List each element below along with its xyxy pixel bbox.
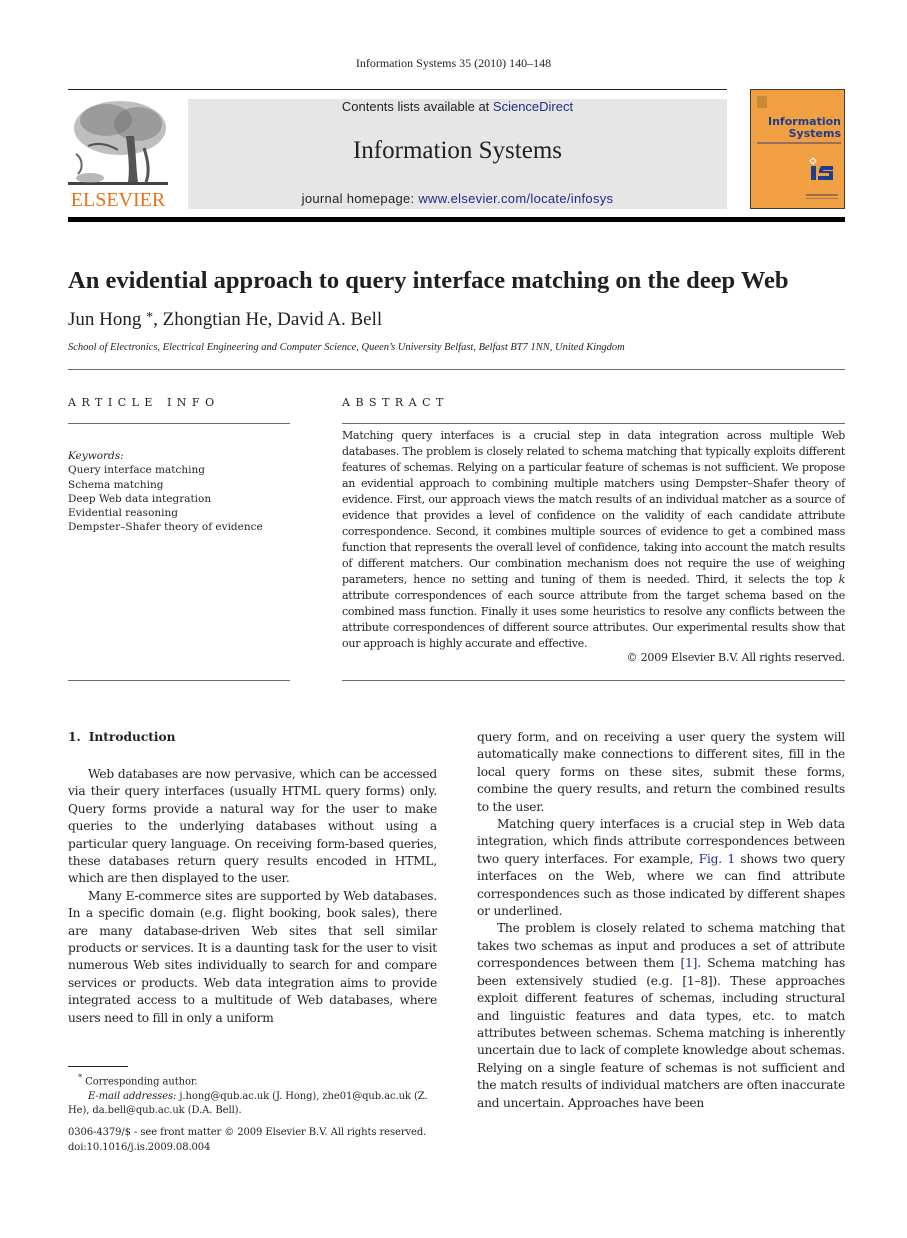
abstract-heading: ABSTRACT	[342, 396, 449, 409]
journal-name: Information Systems	[352, 137, 562, 164]
sciencedirect-link[interactable]: ScienceDirect	[493, 99, 573, 114]
journal-masthead: Contents lists available at ScienceDirec…	[188, 99, 727, 209]
abstract-part: attribute correspondences of each source…	[342, 589, 845, 650]
body-column-left: Web databases are now pervasive, which c…	[68, 766, 437, 1027]
affiliation: School of Electronics, Electrical Engine…	[68, 342, 625, 353]
cover-title: Information Systems	[757, 116, 841, 140]
email-label: E-mail addresses:	[88, 1090, 177, 1102]
abstract-k-variable: k	[838, 573, 846, 586]
section-heading-introduction: 1. Introduction	[68, 730, 176, 744]
figure-1-link[interactable]: Fig. 1	[699, 852, 735, 866]
masthead-bottom-rule	[68, 217, 845, 222]
keywords-block: Keywords: Query interface matching Schem…	[68, 449, 263, 535]
author-name: Jun Hong	[68, 309, 142, 330]
article-info-bottom-rule	[68, 680, 290, 681]
elsevier-logo[interactable]: ELSEVIER	[68, 98, 168, 210]
running-head: Information Systems 35 (2010) 140–148	[355, 56, 552, 70]
reference-1-link[interactable]: [1]	[681, 956, 698, 970]
abstract-text: Matching query interfaces is a crucial s…	[342, 428, 845, 652]
article-info-rule	[68, 423, 290, 424]
corresponding-author-note: * Corresponding author.	[68, 1070, 438, 1090]
doi-line[interactable]: doi:10.1016/j.is.2009.08.004	[68, 1141, 448, 1156]
body-column-right: query form, and on receiving a user quer…	[477, 729, 845, 1112]
author-separator: ,	[153, 309, 163, 330]
front-matter: 0306-4379/$ - see front matter © 2009 El…	[68, 1126, 448, 1155]
contents-prefix: Contents lists available at	[341, 99, 493, 114]
abstract-copyright: © 2009 Elsevier B.V. All rights reserved…	[626, 651, 846, 664]
keyword-item: Dempster–Shafer theory of evidence	[68, 521, 263, 534]
abstract-part: Matching query interfaces is a crucial s…	[342, 429, 845, 586]
body-paragraph: query form, and on receiving a user quer…	[477, 730, 845, 814]
footnote-text: Corresponding author.	[82, 1076, 198, 1088]
body-paragraph: The problem is closely related to schema…	[477, 920, 845, 1111]
cover-is-logo-icon	[809, 157, 833, 180]
journal-homepage-link[interactable]: www.elsevier.com/locate/infosys	[418, 191, 613, 206]
abstract-rule	[342, 423, 845, 424]
text-run: . Schema matching has been extensively s…	[477, 956, 846, 1110]
section-title: Introduction	[88, 730, 176, 744]
elsevier-wordmark: ELSEVIER	[70, 189, 166, 211]
cover-title-line2: Systems	[788, 127, 841, 140]
abstract-bottom-rule	[342, 680, 845, 681]
cover-footer-line	[806, 194, 838, 196]
homepage-line: journal homepage: www.elsevier.com/locat…	[188, 191, 727, 206]
keyword-item: Schema matching	[68, 478, 164, 491]
body-paragraph: Many E-commerce sites are supported by W…	[68, 888, 437, 1025]
issn-line: 0306-4379/$ - see front matter © 2009 El…	[68, 1127, 427, 1138]
keywords-label: Keywords:	[68, 450, 124, 462]
masthead-top-rule	[68, 89, 727, 90]
homepage-prefix: journal homepage:	[301, 191, 419, 206]
section-number: 1.	[68, 730, 81, 744]
contents-line: Contents lists available at ScienceDirec…	[188, 99, 727, 115]
article-title: An evidential approach to query interfac…	[68, 267, 789, 294]
keyword-item: Evidential reasoning	[68, 507, 178, 520]
author-name: David A. Bell	[277, 309, 383, 330]
keyword-item: Deep Web data integration	[68, 492, 212, 505]
article-info-heading: ARTICLE INFO	[68, 396, 220, 409]
cover-publisher-mark	[757, 96, 767, 108]
email-note: E-mail addresses: j.hong@qub.ac.uk (J. H…	[68, 1090, 438, 1119]
elsevier-tree-icon	[68, 98, 168, 188]
cover-footer-line	[806, 198, 838, 199]
body-paragraph: Matching query interfaces is a crucial s…	[477, 816, 845, 920]
footnote-rule	[68, 1066, 128, 1067]
author-list: Jun Hong *, Zhongtian He, David A. Bell	[68, 309, 382, 331]
keyword-item: Query interface matching	[68, 464, 205, 477]
footnotes: * Corresponding author. E-mail addresses…	[68, 1070, 438, 1119]
title-divider	[68, 369, 845, 370]
cover-subtitle	[757, 142, 841, 144]
author-separator: ,	[267, 309, 278, 330]
body-paragraph: Web databases are now pervasive, which c…	[68, 767, 437, 886]
author-name: Zhongtian He	[162, 309, 268, 330]
journal-cover[interactable]: Information Systems	[750, 89, 845, 209]
